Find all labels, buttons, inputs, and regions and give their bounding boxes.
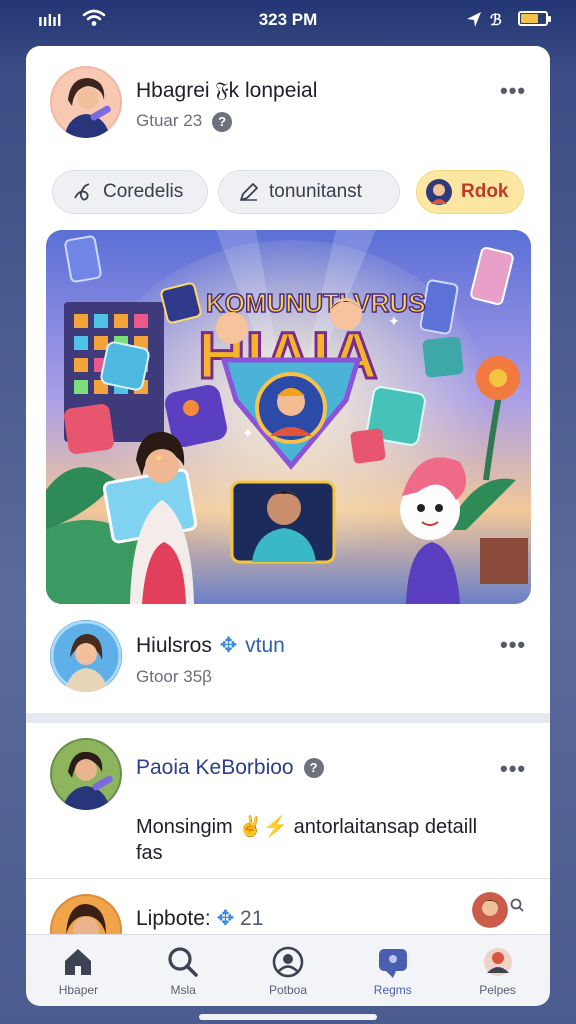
post-author-suffix: vtun — [245, 634, 285, 657]
post-time: Gtoor 35β — [136, 667, 212, 686]
tab-label: Hbaper — [58, 983, 99, 997]
avatar-icon — [426, 179, 452, 205]
post-body-text: antorlaitansap detaill — [293, 816, 478, 838]
search-icon — [168, 947, 198, 977]
help-icon[interactable]: ? — [212, 111, 233, 132]
search-icon[interactable] — [510, 898, 524, 912]
post-author-name[interactable]: Hbagrei 𝔉k lonpeial — [136, 79, 317, 103]
section-divider — [26, 713, 550, 723]
location-icon — [467, 12, 481, 27]
chip-label: tonunitanst — [269, 181, 362, 202]
pin-icon: ✥ — [216, 907, 235, 930]
section-divider — [26, 878, 550, 879]
post-author-name-text: Hiulsros — [136, 634, 212, 657]
hero-illustration: KOMUNUTI VRUS HIAIA ✦ ✦ ✦ — [46, 230, 531, 604]
pencil-icon — [240, 183, 258, 201]
messages-icon — [378, 949, 407, 978]
chip-rdok[interactable]: Rdok — [416, 170, 524, 214]
tab-label: Pelpes — [479, 983, 516, 997]
sparkle-icon: ✥ — [219, 634, 238, 657]
more-options-button[interactable]: ••• — [500, 634, 526, 656]
tab-search[interactable]: Msla — [131, 935, 236, 1006]
more-options-button[interactable]: ••• — [500, 758, 526, 780]
avatar[interactable] — [50, 620, 122, 692]
svg-text:✦: ✦ — [242, 425, 254, 441]
chip-label: Rdok — [461, 181, 509, 202]
avatar[interactable] — [50, 66, 122, 138]
post-author-name-text: Lipbote: — [136, 907, 211, 930]
feed-card: Hbagrei 𝔉k lonpeial Gtuar 23? ••• Corede… — [26, 46, 550, 986]
post-author-name[interactable]: Lipbote: ✥ 21 — [136, 906, 263, 931]
avatar-image — [50, 66, 122, 138]
svg-text:✦: ✦ — [154, 451, 164, 465]
tab-profile[interactable]: Potboa — [236, 935, 341, 1006]
people-icon — [483, 948, 512, 976]
tab-messages[interactable]: Regms — [340, 935, 445, 1006]
app-screen: ıılıl 323 PM ℬ Hbagrei 𝔉k lonpeial Gtuar… — [0, 0, 576, 1024]
tab-label: Regms — [373, 983, 412, 997]
post-author-name[interactable]: Hiulsros ✥ vtun — [136, 633, 285, 658]
post-body: Monsingim ✌⚡ antorlaitansap detaill fas — [136, 814, 536, 866]
avatar-image — [472, 892, 508, 928]
hero-image[interactable]: KOMUNUTI VRUS HIAIA ✦ ✦ ✦ — [46, 230, 531, 604]
tab-bar: Hbaper Msla Potboa Regms Pelpes — [26, 934, 550, 1006]
post-author-name[interactable]: Paoia KeBorbioo? — [136, 756, 324, 780]
battery-fill — [521, 14, 538, 23]
bluetooth-icon: ℬ — [490, 12, 502, 29]
chip-label: Coredelis — [103, 181, 184, 202]
chip-tonunitanst[interactable]: tonunitanst — [218, 170, 400, 214]
small-avatar[interactable] — [472, 892, 508, 928]
profile-icon — [272, 946, 304, 978]
tab-home[interactable]: Hbaper — [26, 935, 131, 1006]
post-author-name-text: Paoia KeBorbioo — [136, 756, 294, 779]
bananas-emoji-icon: ✌⚡ — [238, 816, 289, 838]
tab-people[interactable]: Pelpes — [445, 935, 550, 1006]
post-body-text: Monsingim — [136, 816, 233, 838]
battery-icon — [518, 11, 551, 26]
status-bar: ıılıl 323 PM ℬ — [0, 0, 576, 44]
tab-label: Msla — [170, 983, 196, 997]
home-icon — [65, 949, 92, 975]
avatar[interactable] — [50, 738, 122, 810]
chip-coredelis[interactable]: Coredelis — [52, 170, 208, 214]
tab-label: Potboa — [268, 983, 308, 997]
home-indicator[interactable] — [199, 1014, 377, 1020]
link-icon — [74, 183, 90, 201]
reaction-count: 21 — [240, 907, 264, 930]
avatar-image — [50, 738, 122, 810]
avatar-image — [50, 620, 122, 692]
post-meta: Gtuar 23? — [136, 111, 233, 132]
help-icon[interactable]: ? — [303, 758, 324, 779]
more-options-button[interactable]: ••• — [500, 80, 526, 102]
post-body-text: fas — [136, 842, 163, 864]
post-time: Gtuar 23 — [136, 111, 203, 130]
svg-text:✦: ✦ — [388, 313, 400, 329]
